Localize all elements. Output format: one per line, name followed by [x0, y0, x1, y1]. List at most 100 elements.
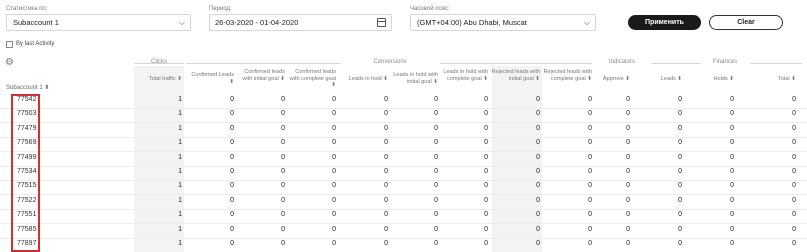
- column-header-2[interactable]: Confirmed leads with initial goal ⬍: [235, 69, 285, 82]
- sort-icon: ⬍: [533, 75, 540, 82]
- table-cell: 0: [792, 96, 796, 103]
- table-cell: 0: [484, 153, 488, 161]
- table-cell: 1: [178, 139, 182, 147]
- table-cell: 1: [178, 211, 182, 219]
- last-activity-checkbox[interactable]: [6, 41, 13, 48]
- column-header-0[interactable]: Total traffic ⬍: [134, 76, 182, 83]
- table-cell: 0: [332, 110, 336, 118]
- table-cell: 0: [678, 196, 682, 204]
- column-header-6[interactable]: Leads in hold with complete goal ⬍: [438, 69, 488, 82]
- column-header-12[interactable]: Total ⬍: [750, 76, 796, 83]
- table-cell: 0: [281, 96, 285, 103]
- timezone-select[interactable]: (GMT+04:00) Abu Dhabi, Muscat ⌵: [410, 14, 596, 31]
- table-cell: 0: [536, 96, 540, 103]
- table-cell: 0: [536, 211, 540, 219]
- table-cell: 0: [434, 168, 438, 175]
- table-cell: 0: [384, 240, 388, 247]
- gear-icon[interactable]: ⚙: [5, 57, 14, 68]
- column-header-5[interactable]: Leads in hold with initial goal ⬍: [388, 72, 438, 85]
- table-cell: 0: [484, 96, 488, 103]
- table-cell: 0: [678, 139, 682, 147]
- period-label: Период:: [209, 6, 232, 12]
- table-cell: 0: [730, 96, 734, 103]
- row-divider: [0, 122, 807, 124]
- chevron-down-icon: ⌵: [178, 18, 185, 27]
- stat-select[interactable]: Subaccount 1 ⌵: [6, 14, 191, 31]
- table-cell: 0: [434, 182, 438, 190]
- table-cell: 0: [678, 153, 682, 161]
- table-cell: 0: [484, 225, 488, 233]
- table-cell: 0: [230, 139, 234, 147]
- column-header-8[interactable]: Rejected leads with complete goal ⬍: [542, 69, 592, 82]
- table-cell: 0: [588, 110, 592, 118]
- table-cell: 0: [678, 225, 682, 233]
- table-cell: 0: [626, 153, 630, 161]
- table-cell: 0: [536, 110, 540, 118]
- row-divider: [0, 208, 807, 210]
- table-cell: 0: [792, 153, 796, 161]
- table-cell: 0: [588, 240, 592, 247]
- table-cell: 1: [178, 168, 182, 175]
- sort-icon: ⬍: [789, 76, 796, 82]
- column-header-1[interactable]: Confirmed Leads ⬍: [188, 72, 234, 85]
- table-cell: 0: [792, 182, 796, 190]
- row-divider: [0, 237, 807, 239]
- table-cell: 0: [678, 168, 682, 175]
- table-cell: 0: [484, 196, 488, 204]
- table-cell: 0: [484, 110, 488, 118]
- table-cell: 0: [434, 211, 438, 219]
- table-cell: 0: [484, 182, 488, 190]
- table-cell: 0: [230, 96, 234, 103]
- column-header-9[interactable]: Approve ⬍: [590, 76, 630, 83]
- column-header-10[interactable]: Leads ⬍: [636, 76, 683, 83]
- table-cell: 0: [434, 153, 438, 161]
- group-indicators: Indicators: [597, 59, 647, 65]
- table-cell: 0: [792, 196, 796, 204]
- table-cell: 0: [230, 124, 234, 132]
- subaccount-header[interactable]: Subaccount 1 ⬍: [6, 84, 49, 91]
- period-field[interactable]: 26-03-2020 - 01-04-2020: [209, 14, 392, 31]
- table-cell: 0: [332, 139, 336, 147]
- calendar-icon[interactable]: [377, 18, 386, 27]
- table-cell: 0: [730, 124, 734, 132]
- column-header-3[interactable]: Confirmed leads with complete goal ⬍: [286, 69, 336, 89]
- sort-icon: ⬍: [481, 75, 488, 82]
- table-cell: 0: [588, 225, 592, 233]
- table-cell: 0: [626, 225, 630, 233]
- column-header-11[interactable]: Holds ⬍: [688, 76, 734, 83]
- group-conversions: Conversions: [340, 59, 440, 65]
- table-cell: 0: [332, 225, 336, 233]
- sort-icon: ⬍: [623, 76, 630, 82]
- table-cell: 0: [384, 196, 388, 204]
- row-divider: [0, 136, 807, 138]
- table-cell: 0: [678, 182, 682, 190]
- table-cell: 0: [281, 196, 285, 204]
- table-cell: 0: [281, 110, 285, 118]
- table-cell: 0: [626, 240, 630, 247]
- column-header-4[interactable]: Leads in hold ⬍: [342, 76, 388, 83]
- group-clicks: Clicks: [151, 59, 167, 65]
- table-cell: 0: [384, 168, 388, 175]
- table-cell: 0: [384, 211, 388, 219]
- table-cell: 0: [332, 124, 336, 132]
- table-cell: 0: [626, 96, 630, 103]
- table-cell: 0: [730, 225, 734, 233]
- clear-button[interactable]: Clear: [709, 15, 783, 30]
- table-cell: 0: [434, 139, 438, 147]
- apply-button[interactable]: Применить: [628, 15, 701, 30]
- table-cell: 1: [178, 124, 182, 132]
- table-cell: 1: [178, 240, 182, 247]
- table-cell: 0: [484, 211, 488, 219]
- table-cell: 0: [588, 168, 592, 175]
- table-cell: 0: [434, 240, 438, 247]
- table-cell: 0: [730, 196, 734, 204]
- table-cell: 0: [332, 96, 336, 103]
- table-cell: 0: [588, 196, 592, 204]
- table-cell: 0: [792, 240, 796, 247]
- table-cell: 0: [384, 96, 388, 103]
- last-activity-label: By last Activity: [16, 41, 55, 47]
- table-cell: 1: [178, 196, 182, 204]
- column-header-7[interactable]: Rejected leads with initial goal ⬍: [490, 69, 540, 82]
- table-cell: 0: [230, 196, 234, 204]
- table-cell: 1: [178, 153, 182, 161]
